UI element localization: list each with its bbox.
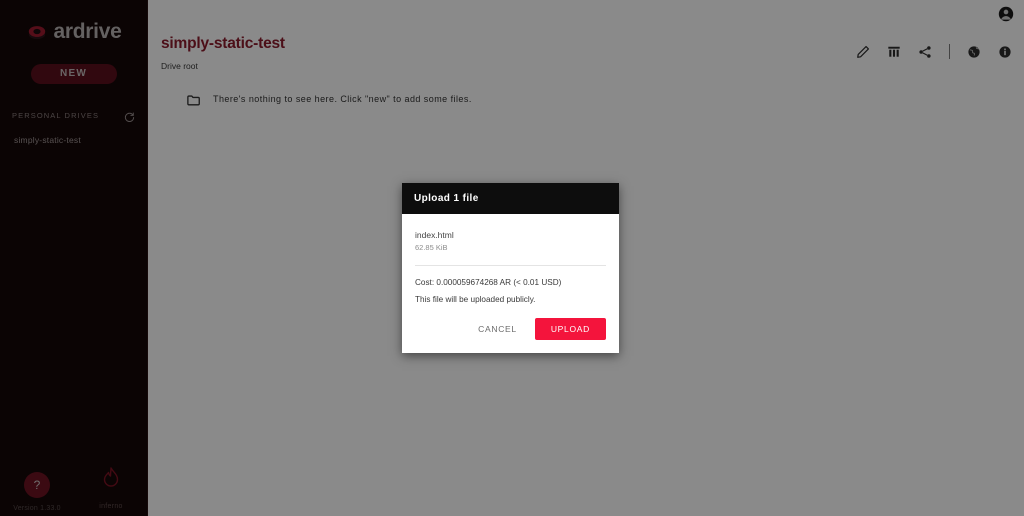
- file-name: index.html: [415, 230, 454, 240]
- modal-divider: [415, 265, 606, 266]
- modal-actions: CANCEL UPLOAD: [402, 304, 619, 353]
- upload-button[interactable]: UPLOAD: [534, 318, 606, 340]
- upload-modal: Upload 1 file index.html 62.85 KiB Cost:…: [402, 183, 619, 353]
- cost-label: Cost: 0.000059674268 AR (< 0.01 USD): [415, 278, 562, 287]
- file-size: 62.85 KiB: [415, 243, 448, 252]
- cancel-button[interactable]: CANCEL: [470, 319, 525, 339]
- privacy-note: This file will be uploaded publicly.: [415, 295, 536, 304]
- modal-title: Upload 1 file: [402, 183, 619, 214]
- app-root: ardrive NEW PERSONAL DRIVES simply-stati…: [0, 0, 1024, 516]
- modal-body: index.html 62.85 KiB Cost: 0.00005967426…: [402, 214, 619, 304]
